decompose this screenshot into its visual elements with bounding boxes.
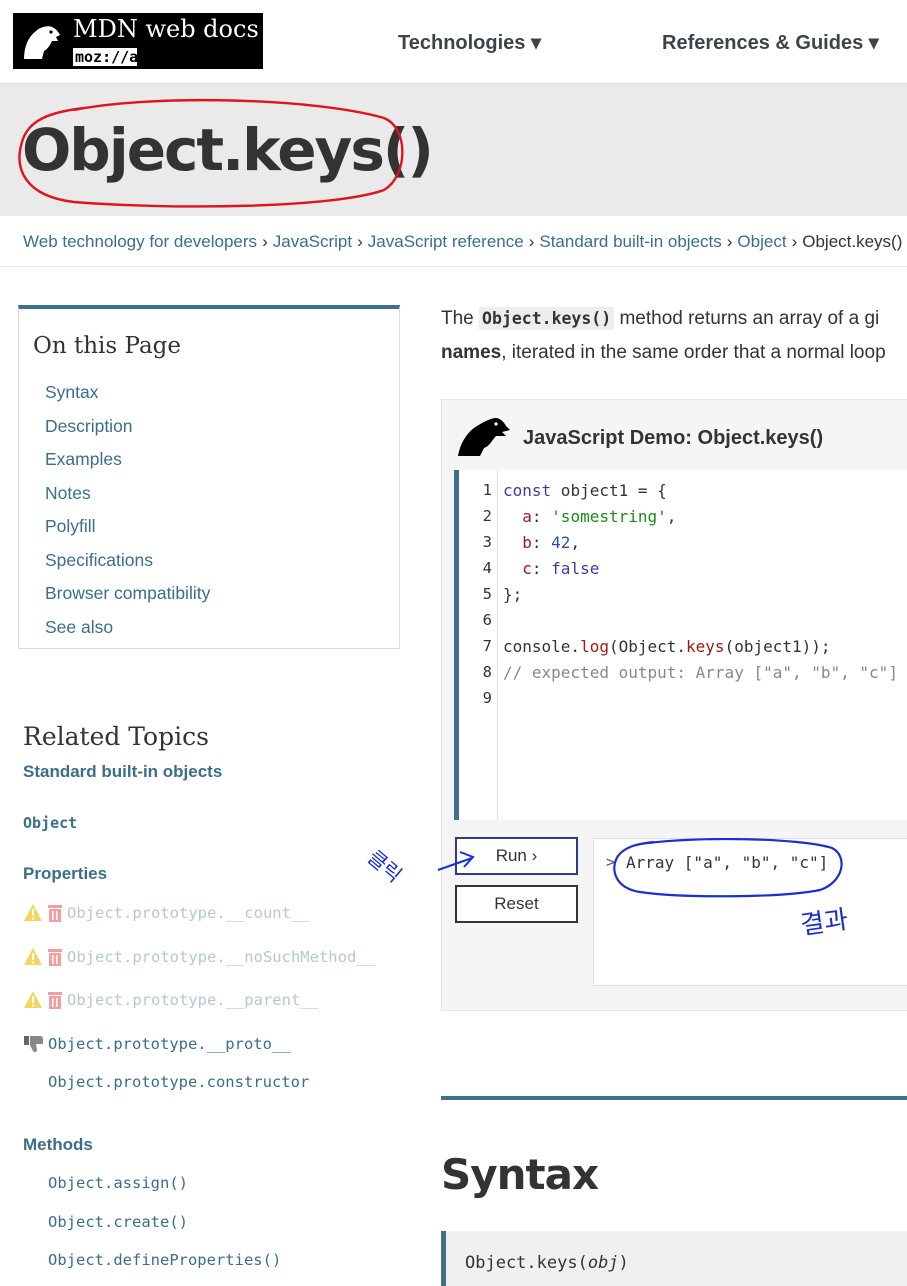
trash-icon <box>48 905 62 922</box>
logo-title: MDN web docs <box>71 14 261 44</box>
code-line: a: 'somestring', <box>522 507 677 526</box>
line-number-gutter: 1 2 3 4 5 6 7 8 9 <box>454 470 498 820</box>
click-handwritten-note: 클릭 <box>363 845 407 888</box>
line-number: 7 <box>482 637 492 655</box>
property-name: Object.prototype.constructor <box>48 1073 310 1091</box>
breadcrumb-current: Object.keys() <box>802 232 903 251</box>
logo-mozilla: moz://a <box>71 46 139 68</box>
code-line: }; <box>503 585 523 604</box>
property-row[interactable]: Object.prototype.__proto__ <box>23 1033 291 1055</box>
nav-references-guides[interactable]: References & Guides ▾ <box>662 30 879 55</box>
page-title: Object.keys() <box>22 116 434 184</box>
intro-code: Object.keys() <box>479 307 615 330</box>
nav-technologies[interactable]: Technologies ▾ <box>398 30 541 55</box>
breadcrumb-divider <box>0 266 907 267</box>
breadcrumb-builtin-objects[interactable]: Standard built-in objects <box>539 232 721 251</box>
property-row[interactable]: Object.prototype.__count__ <box>23 902 310 924</box>
intro-text: The <box>441 308 480 329</box>
breadcrumb-separator: › <box>262 232 268 251</box>
method-link[interactable]: Object.defineProperties() <box>48 1251 281 1269</box>
syntax-heading: Syntax <box>441 1150 599 1199</box>
code-line: console.log(Object.keys(object1)); <box>503 637 831 656</box>
line-number: 9 <box>482 689 492 707</box>
breadcrumb-web-tech[interactable]: Web technology for developers <box>23 232 257 251</box>
property-name: Object.prototype.__parent__ <box>67 991 319 1009</box>
toc-item-notes[interactable]: Notes <box>45 482 210 516</box>
property-row[interactable]: Object.prototype.__parent__ <box>23 989 319 1011</box>
related-object-link[interactable]: Object <box>23 814 77 832</box>
intro-text: , iterated in the same order that a norm… <box>501 342 886 363</box>
intro-bold: names <box>441 342 502 363</box>
methods-heading: Methods <box>23 1135 93 1154</box>
breadcrumb-separator: › <box>726 232 733 251</box>
properties-heading: Properties <box>23 864 108 883</box>
intro-line-2: names, iterated in the same order that a… <box>441 342 886 364</box>
line-number: 3 <box>482 533 492 551</box>
property-name: Object.prototype.__noSuchMethod__ <box>67 948 375 966</box>
toc-item-polyfill[interactable]: Polyfill <box>45 515 210 549</box>
property-name: Object.prototype.__proto__ <box>48 1035 291 1053</box>
trash-icon <box>48 992 62 1009</box>
syntax-code-text: ) <box>618 1253 629 1273</box>
property-row[interactable]: Object.prototype.__noSuchMethod__ <box>23 946 375 968</box>
syntax-code: Object.keys(obj) <box>465 1253 629 1273</box>
on-this-page-list: Syntax Description Examples Notes Polyfi… <box>45 381 210 649</box>
breadcrumb-separator: › <box>528 232 535 251</box>
method-link[interactable]: Object.assign() <box>48 1174 188 1192</box>
line-number: 4 <box>482 559 492 577</box>
code-line: b: 42, <box>522 533 581 552</box>
breadcrumb-separator: › <box>357 232 363 251</box>
reset-button[interactable]: Reset <box>455 885 578 923</box>
logo-wordmark: MDN web docs moz://a <box>69 13 263 69</box>
line-number: 6 <box>482 611 492 629</box>
toc-item-examples[interactable]: Examples <box>45 448 210 482</box>
intro-text: method returns an array of a gi <box>614 308 880 329</box>
toc-item-syntax[interactable]: Syntax <box>45 381 210 415</box>
demo-title: JavaScript Demo: Object.keys() <box>523 427 824 449</box>
site-header: MDN web docs moz://a Technologies ▾ Refe… <box>0 0 907 84</box>
toc-item-description[interactable]: Description <box>45 415 210 449</box>
code-line: // expected output: Array ["a", "b", "c"… <box>503 663 898 682</box>
on-this-page-box: On this Page Syntax Description Examples… <box>18 305 400 649</box>
line-number: 1 <box>482 481 492 499</box>
console-output-text: Array ["a", "b", "c"] <box>626 853 829 872</box>
run-button[interactable]: Run › <box>455 837 578 875</box>
breadcrumb: Web technology for developers › JavaScript… <box>23 232 902 252</box>
section-divider <box>441 1096 907 1100</box>
on-this-page-title: On this Page <box>33 333 181 359</box>
toc-item-specifications[interactable]: Specifications <box>45 549 210 583</box>
warning-icon <box>24 948 42 965</box>
breadcrumb-js-reference[interactable]: JavaScript reference <box>368 232 524 251</box>
toc-item-browser-compat[interactable]: Browser compatibility <box>45 582 210 616</box>
breadcrumb-object[interactable]: Object <box>737 232 786 251</box>
thumbs-down-icon <box>24 1036 43 1053</box>
line-number: 8 <box>482 663 492 681</box>
breadcrumb-javascript[interactable]: JavaScript <box>273 232 352 251</box>
property-name: Object.prototype.__count__ <box>67 904 310 922</box>
console-prompt: > <box>606 853 616 871</box>
line-number: 5 <box>482 585 492 603</box>
code-line: const object1 = { <box>503 481 667 500</box>
syntax-code-text: Object.keys( <box>465 1253 588 1273</box>
syntax-code-arg: obj <box>587 1253 619 1273</box>
code-line: c: false <box>522 559 600 578</box>
warning-icon <box>24 904 42 921</box>
intro-line-1: The Object.keys() method returns an arra… <box>441 307 880 330</box>
warning-icon <box>24 991 42 1008</box>
line-number: 2 <box>482 507 492 525</box>
dinosaur-icon <box>458 418 510 456</box>
mdn-logo[interactable]: MDN web docs moz://a <box>13 13 263 69</box>
method-link[interactable]: Object.create() <box>48 1213 188 1231</box>
breadcrumb-separator: › <box>791 232 798 251</box>
property-row[interactable]: Object.prototype.constructor <box>48 1071 309 1093</box>
related-standard-objects-link[interactable]: Standard built-in objects <box>23 762 222 782</box>
related-topics-title: Related Topics <box>23 722 209 751</box>
toc-item-see-also[interactable]: See also <box>45 616 210 650</box>
trash-icon <box>48 949 62 966</box>
dinosaur-icon <box>13 13 69 69</box>
